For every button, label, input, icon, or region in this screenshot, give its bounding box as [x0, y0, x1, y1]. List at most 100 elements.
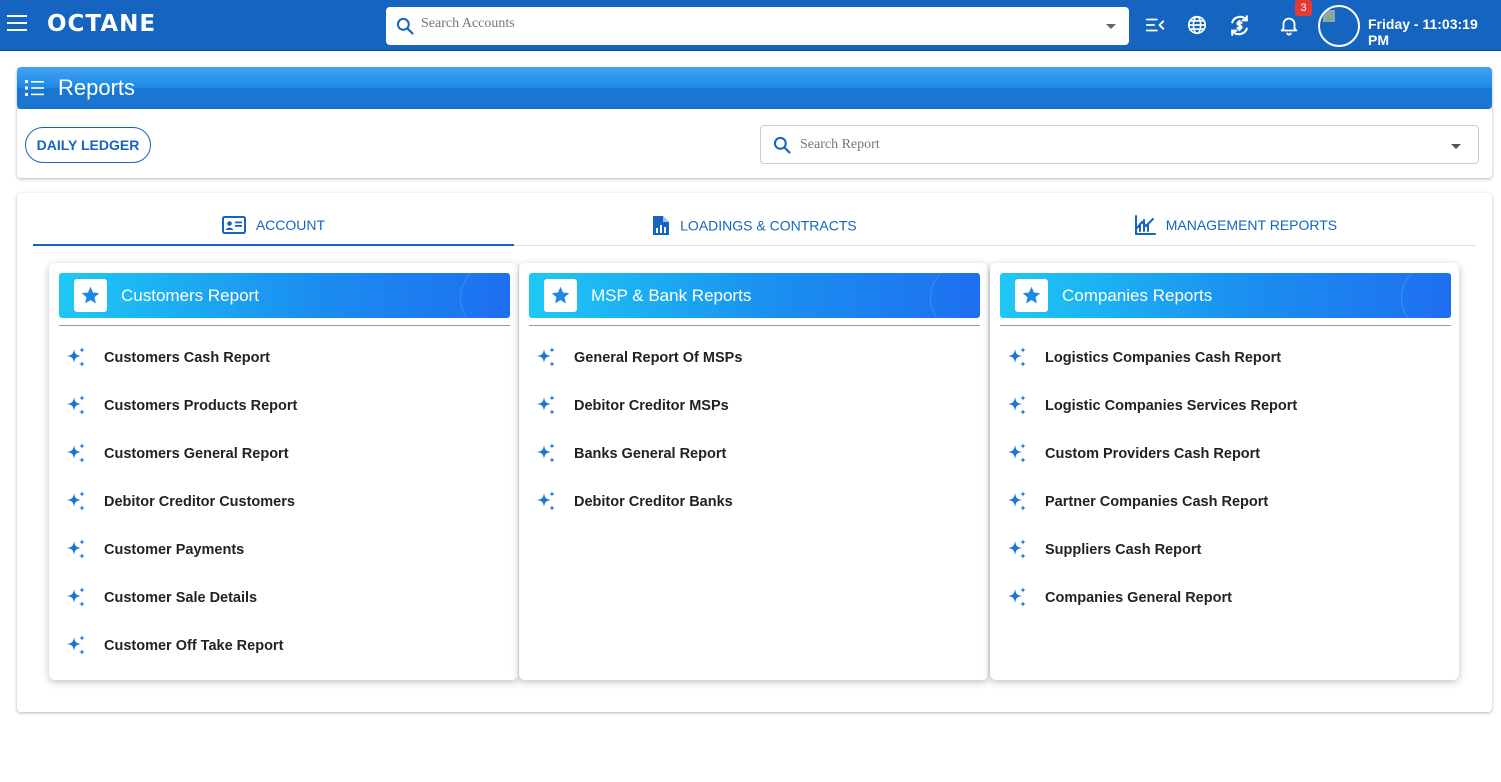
datetime-display: Friday - 11:03:19 PM	[1368, 16, 1478, 48]
report-link[interactable]: Banks General Report	[534, 439, 974, 469]
sparkle-icon	[67, 635, 85, 655]
card-header: Companies Reports	[1000, 273, 1451, 318]
page-header: Reports	[17, 67, 1492, 109]
report-link-label: Partner Companies Cash Report	[1045, 494, 1269, 510]
tab-management-reports[interactable]: MANAGEMENT REPORTS	[995, 215, 1476, 246]
star-icon	[74, 279, 107, 312]
daily-ledger-button[interactable]: DAILY LEDGER	[25, 127, 151, 163]
chevron-down-icon[interactable]	[1106, 24, 1116, 29]
report-link-label: Customers General Report	[104, 446, 289, 462]
star-icon	[544, 279, 577, 312]
bell-icon[interactable]	[1278, 14, 1300, 36]
report-link[interactable]: Customers Cash Report	[64, 343, 504, 373]
tab-account[interactable]: ACCOUNT	[33, 215, 514, 246]
report-tabs: ACCOUNT LOADINGS & CONTRACTS MANAGEMENT …	[33, 215, 1476, 246]
report-chart-icon	[653, 216, 670, 235]
tab-loadings-contracts[interactable]: LOADINGS & CONTRACTS	[514, 215, 995, 246]
report-link[interactable]: Customers General Report	[64, 439, 504, 469]
sparkle-icon	[67, 539, 85, 559]
msp-bank-reports-card: MSP & Bank Reports General Report Of MSP…	[519, 263, 988, 680]
report-link-label: Companies General Report	[1045, 590, 1232, 606]
report-link-label: Customer Sale Details	[104, 590, 258, 606]
report-link[interactable]: Customers Products Report	[64, 391, 504, 421]
sparkle-icon	[1008, 443, 1026, 463]
report-link-label: Custom Providers Cash Report	[1045, 446, 1261, 462]
search-icon	[396, 17, 414, 35]
report-link[interactable]: Customer Payments	[64, 535, 504, 565]
avatar[interactable]	[1318, 5, 1360, 47]
card-title: Companies Reports	[1062, 286, 1213, 305]
report-link[interactable]: Debitor Creditor Customers	[64, 487, 504, 517]
search-icon	[773, 136, 791, 154]
report-link-label: Debitor Creditor MSPs	[574, 398, 729, 414]
report-link-label: Customer Off Take Report	[104, 638, 284, 654]
report-link-label: Banks General Report	[574, 446, 727, 462]
report-link[interactable]: Companies General Report	[1005, 583, 1445, 613]
report-link-label: Customer Payments	[104, 542, 245, 558]
report-search[interactable]	[760, 125, 1479, 164]
report-link[interactable]: Logistics Companies Cash Report	[1005, 343, 1445, 373]
sparkle-icon	[1008, 491, 1026, 511]
report-link[interactable]: Suppliers Cash Report	[1005, 535, 1445, 565]
card-title: Customers Report	[121, 286, 259, 305]
sparkle-icon	[537, 491, 555, 511]
report-link-label: Customers Cash Report	[104, 350, 270, 366]
sparkle-icon	[1008, 539, 1026, 559]
currency-sync-icon[interactable]	[1227, 13, 1252, 38]
report-link-label: General Report Of MSPs	[574, 350, 743, 366]
page-title: Reports	[58, 75, 136, 100]
account-search-input[interactable]	[421, 16, 1081, 32]
sparkle-icon	[1008, 395, 1026, 415]
report-link[interactable]: Customer Sale Details	[64, 583, 504, 613]
star-icon	[1015, 279, 1048, 312]
header-decoration	[930, 273, 980, 318]
report-search-input[interactable]	[800, 137, 1400, 153]
report-link-label: Logistic Companies Services Report	[1045, 398, 1298, 414]
trending-chart-icon	[1134, 215, 1156, 235]
tab-label: LOADINGS & CONTRACTS	[680, 217, 857, 234]
card-header: Customers Report	[59, 273, 510, 318]
card-header: MSP & Bank Reports	[529, 273, 980, 318]
report-link[interactable]: Logistic Companies Services Report	[1005, 391, 1445, 421]
top-app-bar: OCTANE 3 Friday - 11:03:19 PM	[0, 0, 1501, 51]
divider	[1000, 325, 1451, 326]
toolbar-card: DAILY LEDGER	[17, 109, 1492, 178]
report-link-label: Debitor Creditor Banks	[574, 494, 733, 510]
menu-collapse-icon[interactable]	[1144, 14, 1166, 36]
globe-icon[interactable]	[1186, 14, 1208, 36]
companies-reports-card: Companies Reports Logistics Companies Ca…	[990, 263, 1459, 680]
sparkle-icon	[537, 347, 555, 367]
report-link[interactable]: Customer Off Take Report	[64, 631, 504, 661]
divider	[529, 325, 980, 326]
header-decoration	[460, 273, 510, 318]
broken-image-icon	[1323, 10, 1335, 22]
list-icon	[25, 80, 44, 96]
sparkle-icon	[537, 443, 555, 463]
account-card-icon	[221, 216, 246, 234]
notification-badge: 3	[1295, 0, 1312, 16]
sparkle-icon	[67, 395, 85, 415]
sparkle-icon	[67, 491, 85, 511]
sparkle-icon	[537, 395, 555, 415]
report-link-label: Logistics Companies Cash Report	[1045, 350, 1282, 366]
sparkle-icon	[1008, 347, 1026, 367]
report-link-label: Suppliers Cash Report	[1045, 542, 1202, 558]
report-link[interactable]: Partner Companies Cash Report	[1005, 487, 1445, 517]
account-search[interactable]	[386, 7, 1129, 45]
tab-label: ACCOUNT	[255, 217, 326, 233]
customers-report-card: Customers Report Customers Cash Report C…	[49, 263, 518, 680]
report-link-label: Debitor Creditor Customers	[104, 494, 295, 510]
report-link[interactable]: Debitor Creditor Banks	[534, 487, 974, 517]
report-link[interactable]: General Report Of MSPs	[534, 343, 974, 373]
sparkle-icon	[67, 587, 85, 607]
sparkle-icon	[1008, 587, 1026, 607]
report-link-label: Customers Products Report	[104, 398, 298, 414]
menu-icon[interactable]	[7, 15, 29, 35]
sparkle-icon	[67, 347, 85, 367]
chevron-down-icon[interactable]	[1451, 144, 1461, 149]
divider	[59, 325, 510, 326]
app-logo[interactable]: OCTANE	[47, 11, 156, 37]
report-link[interactable]: Custom Providers Cash Report	[1005, 439, 1445, 469]
reports-card: ACCOUNT LOADINGS & CONTRACTS MANAGEMENT …	[17, 193, 1492, 712]
report-link[interactable]: Debitor Creditor MSPs	[534, 391, 974, 421]
